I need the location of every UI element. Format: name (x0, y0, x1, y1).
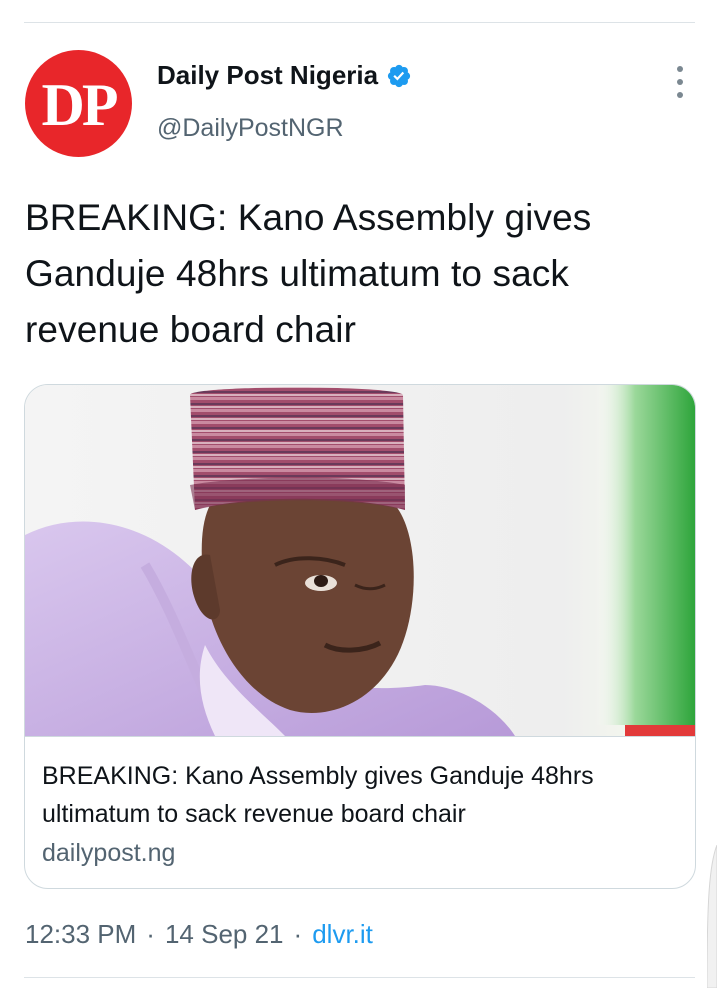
tweet-date[interactable]: 14 Sep 21 (165, 919, 284, 950)
avatar-logo-text: DP (41, 71, 119, 138)
card-separator (25, 736, 695, 737)
tweet-time[interactable]: 12:33 PM (25, 919, 136, 950)
card-title[interactable]: BREAKING: Kano Assembly gives Ganduje 48… (42, 757, 682, 833)
verified-badge-icon (387, 64, 411, 87)
account-handle[interactable]: @DailyPostNGR (157, 114, 344, 143)
account-name-row[interactable]: Daily Post Nigeria (157, 60, 412, 91)
tweet-text: BREAKING: Kano Assembly gives Ganduje 48… (25, 197, 592, 350)
account-name[interactable]: Daily Post Nigeria (157, 60, 378, 91)
card-photo (25, 385, 695, 736)
separator-dot: · (146, 919, 155, 949)
card-image[interactable] (25, 385, 695, 736)
top-divider (24, 22, 695, 23)
separator-dot: · (293, 919, 303, 949)
scroll-edge-shadow (707, 845, 717, 988)
card-domain[interactable]: dailypost.ng (42, 839, 175, 868)
avatar[interactable]: DP (25, 50, 132, 157)
tweet-metadata: 12:33 PM · 14 Sep 21 · dlvr.it (25, 919, 373, 950)
tweet-source-link[interactable]: dlvr.it (312, 919, 373, 950)
more-options-icon[interactable] (670, 66, 690, 98)
link-preview-card[interactable]: BREAKING: Kano Assembly gives Ganduje 48… (24, 384, 696, 889)
bottom-divider (24, 977, 695, 978)
